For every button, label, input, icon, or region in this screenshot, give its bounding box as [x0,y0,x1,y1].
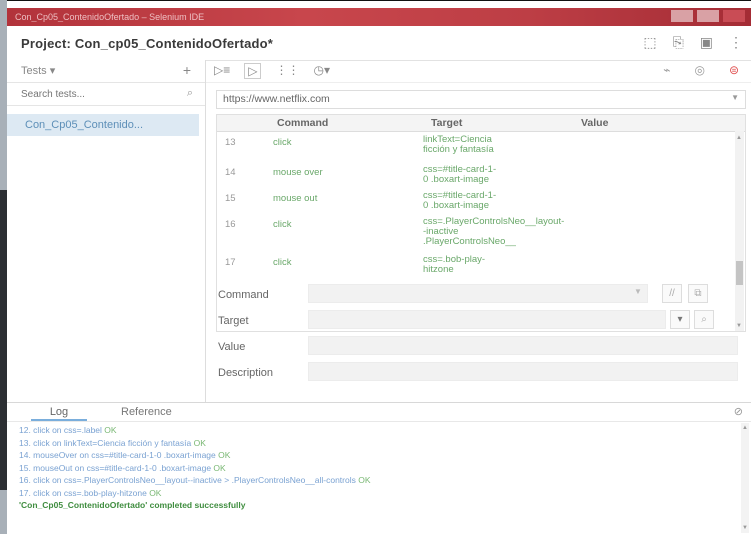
description-label: Description [218,367,274,379]
log-panel: Log Reference ⊘ 12. click on css=.label … [7,402,751,535]
log-line: 17. click on css=.bob-play-hitzone OK [19,487,162,498]
pause-on-exceptions-icon[interactable]: ◎ [694,63,704,77]
record-button[interactable]: ⊜ [729,63,739,77]
open-reference-button[interactable]: ⧉ [688,284,708,303]
row-target: css=.bob-play-hitzone [423,254,486,275]
row-target: linkText=Ciencia ficción y fantasía [423,134,494,155]
command-dropdown-icon[interactable]: ▼ [634,287,642,296]
scroll-up-icon[interactable]: ▲ [736,135,742,141]
project-title[interactable]: Project: Con_cp05_ContenidoOfertado* [21,36,273,51]
editor-toolbar: ▷≡ ▷ ⋮⋮ ◷▾ ⌁ ◎ ⊜ [206,60,751,83]
log-line: 15. mouseOut on css=#title-card-1-0 .box… [19,462,226,473]
top-border [0,0,751,1]
log-line: 12. click on css=.label OK [19,425,117,435]
scroll-down-icon[interactable]: ▼ [742,525,748,531]
disable-breakpoints-icon[interactable]: ⌁ [663,63,670,77]
row-command: click [273,257,292,268]
row-number: 16 [225,219,236,230]
find-target-button[interactable]: ⌕ [694,310,714,329]
command-editor: Command ▼ // ⧉ Target ▾ ⌕ Value Descript… [216,282,746,386]
row-command: click [273,219,292,230]
table-header: Command Target Value [217,115,745,132]
row-command: mouse over [273,167,323,178]
table-row[interactable]: 13 click linkText=Ciencia ficción y fant… [217,132,745,162]
step-over-button[interactable]: ⋮⋮ [275,63,299,79]
tab-reference[interactable]: Reference [121,406,172,418]
toggle-comment-button[interactable]: // [662,284,682,303]
row-target: css=#title-card-1-0 .boxart-image [423,164,497,185]
row-command: click [273,137,292,148]
row-target: css=.PlayerControlsNeo__layout--inactive… [423,216,565,247]
command-input[interactable] [308,284,648,303]
row-command: mouse out [273,193,318,204]
run-test-button[interactable]: ▷ [244,63,262,79]
base-url-field[interactable]: https://www.netflix.com ▼ [216,90,746,109]
search-icon: ⌕ [186,87,193,99]
description-input[interactable] [308,362,738,381]
target-label: Target [218,315,249,327]
test-speed-button[interactable]: ◷▾ [313,63,330,79]
row-number: 13 [225,137,236,148]
window-title: Con_Cp05_ContenidoOfertado – Selenium ID… [15,12,205,22]
minimize-button[interactable] [671,10,693,22]
background-window-edge [0,0,7,534]
search-tests-input[interactable] [19,86,173,102]
chevron-down-icon[interactable]: ▼ [731,93,739,102]
command-label: Command [218,289,269,301]
more-options-icon[interactable]: ⋮ [729,34,743,51]
test-list-item[interactable]: Con_Cp05_Contenido... [7,114,199,136]
log-scrollbar[interactable]: ▲ ▼ [741,423,749,533]
row-number: 15 [225,193,236,204]
maximize-button[interactable] [697,10,719,22]
editor-panel: ▷≡ ▷ ⋮⋮ ◷▾ ⌁ ◎ ⊜ https://www.netflix.com… [206,60,751,402]
target-dropdown-button[interactable]: ▾ [670,310,690,329]
log-line: 14. mouseOver on css=#title-card-1-0 .bo… [19,450,231,460]
target-input[interactable] [308,310,666,329]
column-header-command: Command [277,117,329,129]
row-number: 17 [225,257,236,268]
add-test-button[interactable]: + [183,62,191,78]
log-completed-message: 'Con_Cp05_ContenidoOfertado' completed s… [19,500,246,510]
value-input[interactable] [308,336,738,355]
open-project-icon[interactable]: ⎘ [673,34,684,51]
row-number: 14 [225,167,236,178]
column-header-target: Target [431,117,463,129]
row-target: css=#title-card-1-0 .boxart-image [423,190,497,211]
value-label: Value [218,341,246,353]
project-header: Project: Con_cp05_ContenidoOfertado* ⬚ ⎘… [7,26,751,61]
new-project-icon[interactable]: ⬚ [643,34,656,51]
test-item-label: Con_Cp05_Contenido... [25,119,144,131]
column-header-value: Value [581,117,609,129]
table-row[interactable]: 15 mouse out css=#title-card-1-0 .boxart… [217,188,745,214]
save-project-icon[interactable]: ▣ [700,34,713,51]
table-row[interactable]: 16 click css=.PlayerControlsNeo__layout-… [217,214,745,252]
scroll-up-icon[interactable]: ▲ [742,425,748,431]
clear-log-icon[interactable]: ⊘ [734,405,743,418]
tab-log[interactable]: Log [31,406,87,421]
table-row[interactable]: 17 click css=.bob-play-hitzone [217,252,745,275]
run-all-tests-button[interactable]: ▷≡ [214,63,230,79]
base-url-value: https://www.netflix.com [223,93,330,105]
tests-sidebar: Tests ▾ + ⌕ Con_Cp05_Contenido... [7,60,206,402]
table-row[interactable]: 14 mouse over css=#title-card-1-0 .boxar… [217,162,745,188]
close-window-button[interactable] [723,10,745,22]
window-titlebar: Con_Cp05_ContenidoOfertado – Selenium ID… [7,8,751,26]
log-line: 16. click on css=.PlayerControlsNeo__lay… [19,475,371,485]
tests-dropdown[interactable]: Tests ▾ [21,64,55,77]
log-line: 13. click on linkText=Ciencia ficción y … [19,437,206,448]
